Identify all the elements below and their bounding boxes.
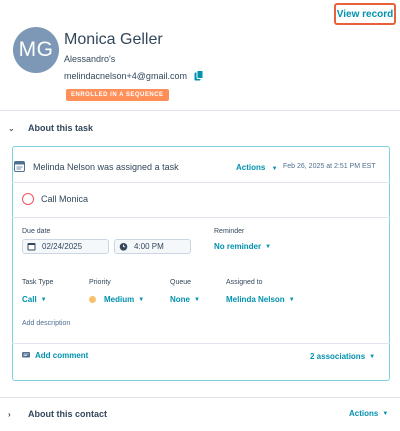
caret-down-icon: ▼: [265, 243, 272, 250]
task-title[interactable]: Call Monica: [41, 194, 88, 204]
caret-down-icon: ▼: [271, 166, 278, 172]
task-actions-dropdown[interactable]: Actions ▼: [236, 163, 278, 172]
task-timestamp: Feb 26, 2025 at 2:51 PM EST: [283, 163, 376, 170]
caret-down-icon: ▼: [382, 410, 389, 417]
queue-dropdown[interactable]: None ▼: [170, 295, 200, 304]
calendar-icon: [27, 243, 36, 251]
chevron-down-icon: ⌄: [8, 123, 15, 133]
reminder-value: No reminder: [214, 242, 262, 251]
priority-value: Medium: [104, 295, 135, 304]
divider: [0, 110, 400, 111]
view-record-link[interactable]: View record: [337, 9, 394, 20]
divider: [12, 217, 390, 218]
due-date-value: 02/24/2025: [42, 242, 83, 251]
associations-label: 2 associations: [310, 352, 366, 361]
contact-actions-dropdown[interactable]: Actions ▼: [349, 409, 388, 418]
due-date-label: Due date: [22, 228, 51, 235]
task-icon: [14, 161, 25, 172]
section-about-task[interactable]: ⌄ About this task: [8, 123, 93, 133]
chevron-right-icon: ›: [8, 409, 11, 419]
task-type-dropdown[interactable]: Call ▼: [22, 295, 47, 304]
task-type-label: Task Type: [22, 279, 54, 286]
caret-down-icon: ▼: [369, 353, 376, 360]
view-record-highlight: View record: [334, 3, 396, 25]
divider: [0, 397, 400, 398]
actions-label: Actions: [236, 163, 266, 172]
priority-label: Priority: [89, 279, 111, 286]
add-comment-button[interactable]: Add comment: [22, 351, 88, 360]
contact-email: melindacnelson+4@gmail.com: [64, 71, 187, 81]
reminder-label: Reminder: [214, 228, 245, 235]
due-date-field[interactable]: 02/24/2025: [22, 239, 109, 254]
priority-dropdown[interactable]: Medium ▼: [89, 295, 144, 304]
avatar: MG: [13, 27, 59, 73]
divider: [12, 182, 390, 183]
caret-down-icon: ▼: [288, 296, 295, 303]
contact-name: Monica Geller: [64, 31, 163, 48]
assigned-to-value: Melinda Nelson: [226, 295, 285, 304]
add-comment-label: Add comment: [35, 351, 89, 360]
due-time-value: 4:00 PM: [134, 242, 164, 251]
due-time-field[interactable]: 4:00 PM: [114, 239, 191, 254]
caret-down-icon: ▼: [194, 296, 200, 303]
add-description[interactable]: Add description: [22, 320, 70, 327]
caret-down-icon: ▼: [138, 296, 145, 303]
section-title: About this contact: [28, 409, 107, 419]
queue-value: None: [170, 295, 190, 304]
queue-label: Queue: [170, 279, 192, 286]
comment-icon: [22, 352, 30, 358]
assigned-to-dropdown[interactable]: Melinda Nelson ▼: [226, 295, 295, 304]
task-type-value: Call: [22, 295, 37, 304]
complete-task-circle[interactable]: [22, 193, 34, 205]
clock-icon: [119, 243, 128, 251]
task-assigned-text: Melinda Nelson was assigned a task: [33, 162, 179, 172]
assigned-to-label: Assigned to: [226, 279, 263, 286]
section-about-contact[interactable]: › About this contact: [8, 409, 107, 419]
actions-label: Actions: [349, 409, 379, 418]
associations-dropdown[interactable]: 2 associations ▼: [310, 352, 375, 361]
sequence-badge: ENROLLED IN A SEQUENCE: [66, 89, 169, 101]
contact-company: Alessandro's: [64, 54, 116, 64]
divider: [12, 343, 390, 344]
reminder-dropdown[interactable]: No reminder ▼: [214, 242, 271, 251]
priority-dot-icon: [89, 296, 96, 303]
copy-icon[interactable]: [194, 70, 204, 81]
caret-down-icon: ▼: [40, 296, 47, 303]
section-title: About this task: [28, 123, 94, 133]
